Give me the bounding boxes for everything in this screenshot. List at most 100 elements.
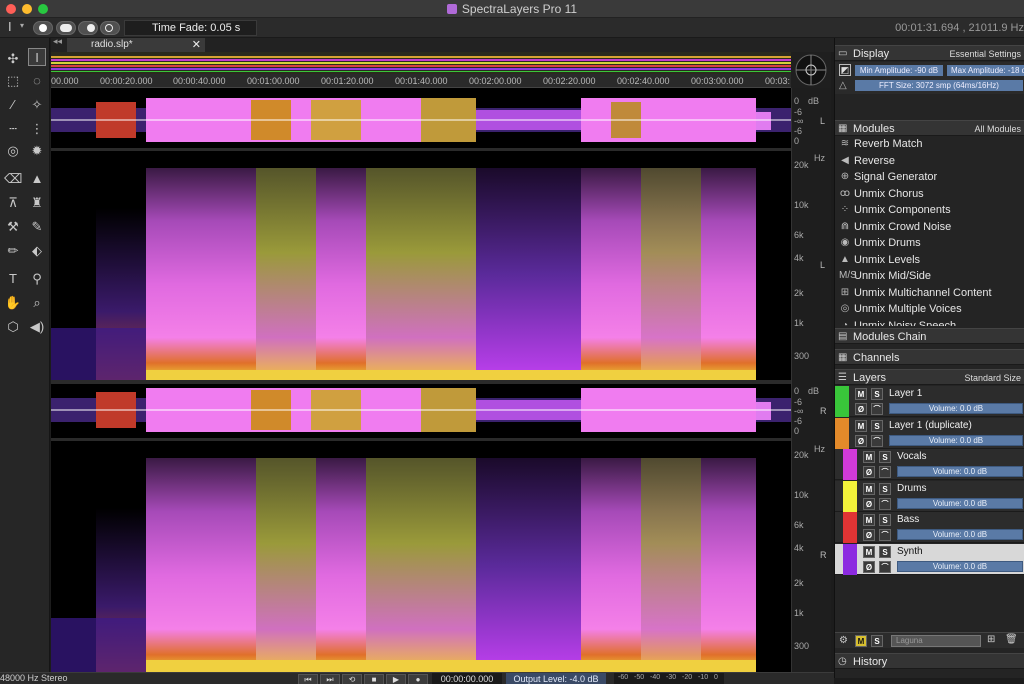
layer-name[interactable]: Drums <box>897 483 926 494</box>
solo-button[interactable]: S <box>871 388 883 400</box>
navigator[interactable] <box>791 52 831 88</box>
rectangle-selection-icon[interactable]: ⬚ <box>4 72 22 90</box>
layer-row[interactable]: M S Bass Ø ⌒ Volume: 0.0 dB <box>835 512 1024 543</box>
zoom-tool-icon[interactable]: ⌕ <box>28 294 46 312</box>
module-item[interactable]: M/S Unmix Mid/Side <box>835 268 1024 284</box>
mode-toggle-3[interactable] <box>78 21 98 35</box>
bucket-icon[interactable]: ⬖ <box>28 242 46 260</box>
envelope-icon[interactable]: ⌒ <box>879 497 891 510</box>
phase-icon[interactable]: Ø <box>863 497 875 510</box>
modules-filter-select[interactable]: All Modules <box>974 124 1021 134</box>
phase-icon[interactable]: Ø <box>863 529 875 541</box>
new-layer-icon[interactable]: ⊞ <box>987 634 995 645</box>
mute-button[interactable]: M <box>863 482 875 495</box>
move-tool-icon[interactable]: ✣ <box>4 50 22 68</box>
layers-panel-header[interactable]: ☰ Layers Standard Size <box>835 369 1024 385</box>
min-amplitude-slider[interactable]: Min Amplitude: -90 dB <box>855 65 943 76</box>
mute-button[interactable]: M <box>855 388 867 400</box>
brush-selection-icon[interactable]: ⁄ <box>4 96 22 114</box>
burst-tool-icon[interactable]: ✹ <box>28 142 46 160</box>
phase-icon[interactable]: Ø <box>855 434 867 447</box>
layer-row[interactable]: M S Layer 1 (duplicate) Ø ⌒ Volume: 0.0 dB <box>835 417 1024 449</box>
solo-button[interactable]: S <box>879 545 891 558</box>
layer-name[interactable]: Synth <box>897 546 923 557</box>
envelope-icon[interactable]: ⌒ <box>879 529 891 541</box>
go-to-start-icon[interactable]: ⏮ <box>298 674 318 684</box>
max-amplitude-slider[interactable]: Max Amplitude: -18 dB <box>947 65 1024 76</box>
stop-icon[interactable]: ■ <box>364 674 384 684</box>
tab-radio[interactable]: radio.slp* ✕ <box>67 38 205 52</box>
layer-volume-slider[interactable]: Volume: 0.0 dB <box>889 403 1023 414</box>
envelope-icon[interactable]: ⌒ <box>871 434 883 447</box>
display-panel-header[interactable]: ▭ Display Essential Settings <box>835 45 1024 61</box>
mute-button[interactable]: M <box>863 514 875 526</box>
layer-volume-slider[interactable]: Volume: 0.0 dB <box>897 497 1023 509</box>
modules-chain-header[interactable]: ▤ Modules Chain <box>835 328 1024 344</box>
mute-button[interactable]: M <box>863 545 875 558</box>
envelope-icon[interactable]: ⌒ <box>879 466 891 478</box>
heal-icon[interactable]: ⚒ <box>4 218 22 236</box>
phase-icon[interactable]: Ø <box>863 560 875 573</box>
overview-strip[interactable] <box>51 52 791 74</box>
step-back-icon[interactable]: ⏭ <box>320 674 340 684</box>
stamp-icon[interactable]: ♜ <box>28 194 46 212</box>
attenuate-icon[interactable]: ⊼ <box>4 194 22 212</box>
display-preset-select[interactable]: Essential Settings <box>949 49 1021 59</box>
module-item[interactable]: ▲ Unmix Levels <box>835 252 1024 268</box>
blend-preset-select[interactable]: Laguna <box>891 635 981 647</box>
module-item[interactable]: ⊕ Signal Generator <box>835 169 1024 185</box>
channels-panel-header[interactable]: ▦ Channels <box>835 349 1024 365</box>
mode-toggle-1[interactable] <box>33 21 53 35</box>
module-item[interactable]: ◔ Unmix Noisy Speech <box>835 318 1024 327</box>
solo-all-button[interactable]: S <box>871 635 883 647</box>
delete-layer-icon[interactable]: 🗑 <box>1005 634 1018 645</box>
pencil-icon[interactable]: ✏ <box>4 242 22 260</box>
module-item[interactable]: ◀ Reverse <box>835 153 1024 169</box>
time-selection-tool-icon[interactable]: I <box>28 48 46 66</box>
module-item[interactable]: ꝏ Unmix Chorus <box>835 186 1024 202</box>
hand-tool-icon[interactable]: ✋ <box>4 294 22 312</box>
text-cursor-icon[interactable]: I <box>8 19 12 34</box>
pen-icon[interactable]: ✎ <box>28 218 46 236</box>
module-item[interactable]: ◉ Unmix Drums <box>835 235 1024 251</box>
modules-panel-header[interactable]: ▦ Modules All Modules <box>835 120 1024 136</box>
mute-button[interactable]: M <box>855 419 867 432</box>
layer-volume-slider[interactable]: Volume: 0.0 dB <box>889 434 1023 446</box>
time-ruler[interactable]: 00.000 00:00:20.000 00:00:40.000 00:01:0… <box>51 74 791 88</box>
close-tab-icon[interactable]: ✕ <box>192 38 201 52</box>
layer-row[interactable]: M S Layer 1 Ø ⌒ Volume: 0.0 dB <box>835 386 1024 417</box>
spot-tool-icon[interactable]: ◎ <box>4 142 22 160</box>
mute-all-button[interactable]: M <box>855 635 867 647</box>
module-item[interactable]: ⋒ Unmix Crowd Noise <box>835 219 1024 235</box>
layer-settings-icon[interactable]: ⚙ <box>839 635 848 646</box>
magic-wand-icon[interactable]: ✧ <box>28 96 46 114</box>
envelope-icon[interactable]: ⌒ <box>871 403 883 415</box>
module-item[interactable]: ⊞ Unmix Multichannel Content <box>835 285 1024 301</box>
lasso-icon[interactable]: ◌ <box>28 72 46 90</box>
solo-button[interactable]: S <box>879 451 891 463</box>
time-fade-field[interactable]: Time Fade: 0.05 s <box>124 20 257 36</box>
play-icon[interactable]: ▶ <box>386 674 406 684</box>
layer-name[interactable]: Vocals <box>897 451 926 462</box>
collapse-arrows-icon[interactable]: ◂◂ <box>53 36 62 47</box>
layer-volume-slider[interactable]: Volume: 0.0 dB <box>897 529 1023 540</box>
module-item[interactable]: ≋ Reverb Match <box>835 136 1024 152</box>
harmonic-selection-icon[interactable]: ⋮ <box>28 120 46 138</box>
layer-name[interactable]: Bass <box>897 514 919 525</box>
layer-volume-slider[interactable]: Volume: 0.0 dB <box>897 466 1023 477</box>
fft-size-slider[interactable]: FFT Size: 3072 smp (64ms/16Hz) <box>855 80 1023 91</box>
history-panel-header[interactable]: ◷ History <box>835 653 1024 669</box>
frequency-selection-icon[interactable]: ┄ <box>4 120 22 138</box>
eraser-icon[interactable]: ⌫ <box>4 170 22 188</box>
text-tool-icon[interactable]: T <box>4 270 22 288</box>
layer-row[interactable]: M S Synth Ø ⌒ Volume: 0.0 dB <box>835 543 1024 575</box>
layer-row[interactable]: M S Vocals Ø ⌒ Volume: 0.0 dB <box>835 449 1024 480</box>
amplify-icon[interactable]: ▲ <box>28 170 46 188</box>
phase-icon[interactable]: Ø <box>863 466 875 478</box>
layer-size-select[interactable]: Standard Size <box>964 373 1021 383</box>
record-icon[interactable]: ● <box>408 674 428 684</box>
mode-toggle-4[interactable] <box>100 21 120 35</box>
solo-button[interactable]: S <box>879 514 891 526</box>
solo-button[interactable]: S <box>879 482 891 495</box>
spectral-display[interactable] <box>51 88 791 672</box>
